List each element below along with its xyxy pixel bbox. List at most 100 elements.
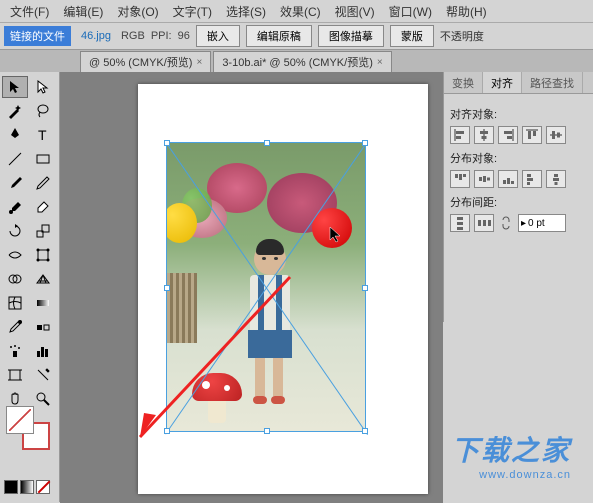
toolbox: T — [0, 72, 60, 502]
selection-handle-mr[interactable] — [362, 285, 368, 291]
align-top-icon[interactable] — [522, 126, 542, 144]
rotate-tool[interactable] — [2, 220, 28, 242]
watermark-text: 下载之家 — [451, 429, 571, 469]
watermark-url: www.downza.cn — [451, 469, 571, 481]
mask-button[interactable]: 蒙版 — [390, 25, 434, 47]
fill-swatch[interactable] — [6, 406, 34, 434]
eyedropper-tool[interactable] — [2, 316, 28, 338]
perspective-grid-tool[interactable] — [30, 268, 56, 290]
gradient-tool[interactable] — [30, 292, 56, 314]
edit-original-button[interactable]: 编辑原稿 — [246, 25, 312, 47]
doc-tab-2[interactable]: 3-10b.ai* @ 50% (CMYK/预览) × — [213, 51, 391, 72]
colormode-label: RGB — [121, 30, 145, 42]
align-hcenter-icon[interactable] — [474, 126, 494, 144]
type-tool[interactable]: T — [30, 124, 56, 146]
menu-file[interactable]: 文件(F) — [4, 1, 55, 22]
shape-builder-tool[interactable] — [2, 268, 28, 290]
image-trace-button[interactable]: 图像描摹 — [318, 25, 384, 47]
distribute-objects-label: 分布对象: — [450, 150, 587, 166]
artboard[interactable] — [138, 84, 428, 494]
paintbrush-tool[interactable] — [2, 172, 28, 194]
align-objects-label: 对齐对象: — [450, 106, 587, 122]
canvas[interactable] — [60, 72, 443, 503]
fill-mode-color[interactable] — [4, 480, 18, 494]
tab-transform[interactable]: 变换 — [444, 72, 483, 93]
tab-pathfinder[interactable]: 路径查找 — [522, 72, 583, 93]
mushroom-prop — [192, 373, 242, 423]
menu-edit[interactable]: 编辑(E) — [57, 1, 109, 22]
slice-tool[interactable] — [30, 364, 56, 386]
selection-handle-bl[interactable] — [164, 428, 170, 434]
eraser-tool[interactable] — [30, 196, 56, 218]
opacity-label: 不透明度 — [440, 28, 484, 44]
width-tool[interactable] — [2, 244, 28, 266]
menu-object[interactable]: 对象(O) — [111, 1, 164, 22]
fill-stroke-swatch[interactable] — [6, 406, 50, 450]
align-vcenter-icon[interactable] — [546, 126, 566, 144]
distribute-vspacing-icon[interactable] — [450, 214, 470, 232]
blend-tool[interactable] — [30, 316, 56, 338]
distribute-left-icon[interactable] — [522, 170, 542, 188]
ppi-label: PPI: — [151, 30, 172, 42]
free-transform-tool[interactable] — [30, 244, 56, 266]
tab-1-close-icon[interactable]: × — [196, 57, 202, 68]
child-figure — [242, 243, 297, 403]
scale-tool[interactable] — [30, 220, 56, 242]
menu-type[interactable]: 文字(T) — [167, 1, 218, 22]
blob-brush-tool[interactable] — [2, 196, 28, 218]
align-right-icon[interactable] — [498, 126, 518, 144]
align-panel: 变换 对齐 路径查找 对齐对象: 分布对象: 分布间距: ▸0 pt — [443, 72, 593, 322]
menu-help[interactable]: 帮助(H) — [440, 1, 493, 22]
spacing-input[interactable]: ▸0 pt — [518, 214, 566, 232]
distribute-hspacing-icon[interactable] — [474, 214, 494, 232]
linked-file-badge[interactable]: 链接的文件 — [4, 26, 71, 46]
menu-effect[interactable]: 效果(C) — [274, 1, 327, 22]
distribute-hcenter-icon[interactable] — [546, 170, 566, 188]
svg-text:T: T — [38, 127, 47, 143]
selection-handle-ml[interactable] — [164, 285, 170, 291]
selection-handle-br[interactable] — [362, 428, 368, 434]
options-bar: 链接的文件 46.jpg RGB PPI: 96 嵌入 编辑原稿 图像描摹 蒙版… — [0, 22, 593, 50]
selection-handle-tm[interactable] — [264, 140, 270, 146]
selection-handle-bm[interactable] — [264, 428, 270, 434]
fill-mode-none[interactable] — [36, 480, 50, 494]
menu-view[interactable]: 视图(V) — [329, 1, 381, 22]
cursor-icon — [328, 226, 346, 244]
distribute-bottom-icon[interactable] — [498, 170, 518, 188]
magic-wand-tool[interactable] — [2, 100, 28, 122]
watermark: 下载之家 www.downza.cn — [451, 429, 571, 481]
pen-tool[interactable] — [2, 124, 28, 146]
artboard-tool[interactable] — [2, 364, 28, 386]
panel-tabs: 变换 对齐 路径查找 — [444, 72, 593, 94]
symbol-sprayer-tool[interactable] — [2, 340, 28, 362]
filename-label[interactable]: 46.jpg — [77, 28, 115, 44]
fill-mode-group — [4, 480, 50, 494]
menu-select[interactable]: 选择(S) — [220, 1, 272, 22]
align-left-icon[interactable] — [450, 126, 470, 144]
distribute-spacing-label: 分布间距: — [450, 194, 587, 210]
embed-button[interactable]: 嵌入 — [196, 25, 240, 47]
direct-selection-tool[interactable] — [30, 76, 56, 98]
doc-tab-1[interactable]: @ 50% (CMYK/预览) × — [80, 51, 211, 72]
distribute-vcenter-icon[interactable] — [474, 170, 494, 188]
rectangle-tool[interactable] — [30, 148, 56, 170]
selection-tool[interactable] — [2, 76, 28, 98]
link-icon[interactable] — [498, 215, 514, 231]
menu-window[interactable]: 窗口(W) — [383, 1, 438, 22]
flower-pot — [167, 273, 197, 343]
fill-mode-gradient[interactable] — [20, 480, 34, 494]
placed-image[interactable] — [166, 142, 366, 432]
tab-2-close-icon[interactable]: × — [377, 57, 383, 68]
pencil-tool[interactable] — [30, 172, 56, 194]
ppi-value: 96 — [178, 30, 190, 42]
document-tabs: @ 50% (CMYK/预览) × 3-10b.ai* @ 50% (CMYK/… — [0, 50, 593, 72]
tab-1-label: @ 50% (CMYK/预览) — [89, 54, 192, 70]
mesh-tool[interactable] — [2, 292, 28, 314]
tab-align[interactable]: 对齐 — [483, 72, 522, 93]
distribute-top-icon[interactable] — [450, 170, 470, 188]
line-tool[interactable] — [2, 148, 28, 170]
selection-handle-tl[interactable] — [164, 140, 170, 146]
lasso-tool[interactable] — [30, 100, 56, 122]
selection-handle-tr[interactable] — [362, 140, 368, 146]
column-graph-tool[interactable] — [30, 340, 56, 362]
